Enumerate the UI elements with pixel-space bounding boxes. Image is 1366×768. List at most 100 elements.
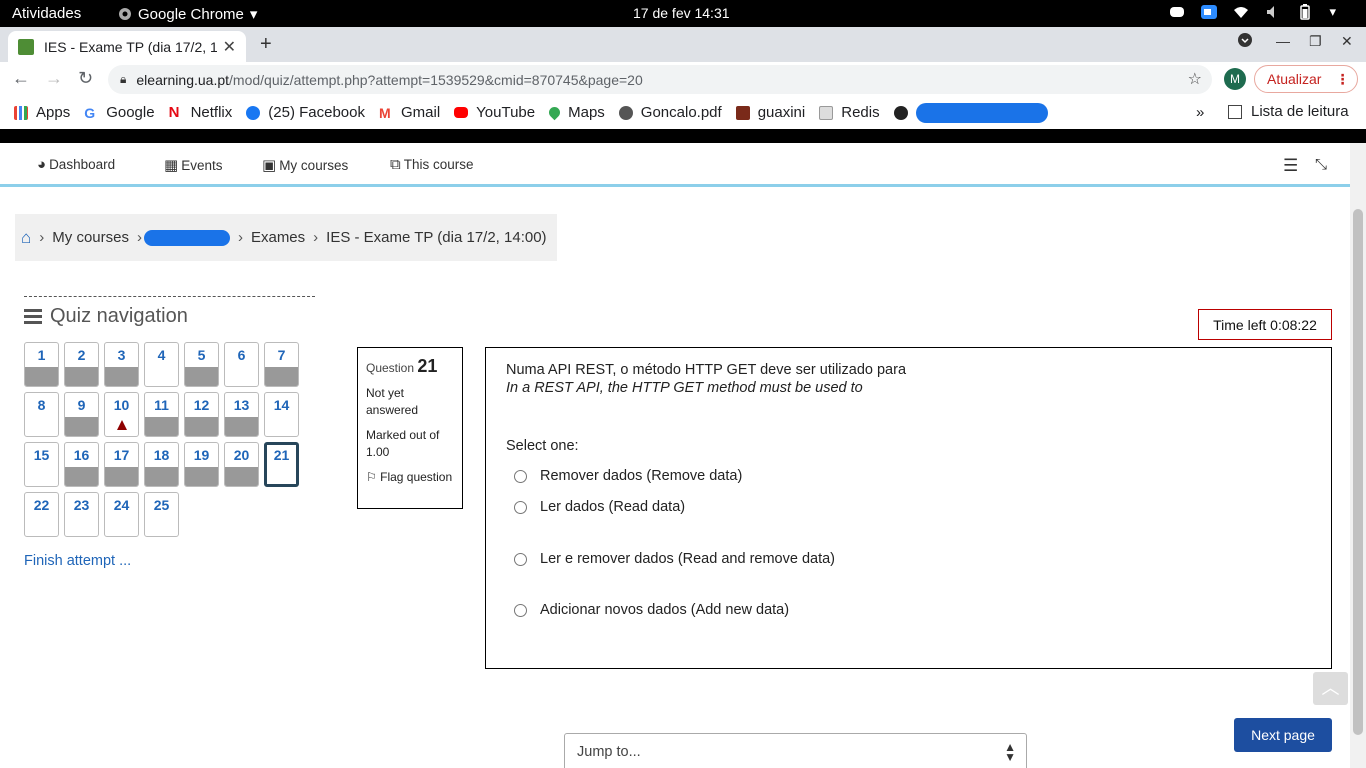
question-nav-button[interactable]: 9 bbox=[64, 392, 99, 437]
radio-button[interactable] bbox=[514, 603, 527, 617]
breadcrumb-my-courses[interactable]: My courses bbox=[52, 229, 129, 246]
question-nav-button[interactable]: 19 bbox=[184, 442, 219, 487]
forward-button[interactable]: → bbox=[45, 68, 63, 89]
answered-indicator bbox=[145, 417, 178, 436]
reload-button[interactable]: ↻ bbox=[78, 68, 93, 89]
close-tab-icon[interactable]: ✕ bbox=[223, 37, 236, 57]
question-nav-button[interactable]: 11 bbox=[144, 392, 179, 437]
bookmark-star-icon[interactable]: ☆ bbox=[1188, 69, 1202, 89]
back-button[interactable]: ← bbox=[12, 68, 30, 89]
question-nav-button[interactable]: 8 bbox=[24, 392, 59, 437]
browser-tab-active[interactable]: IES - Exame TP (dia 17/2, 1 ✕ bbox=[8, 31, 246, 62]
question-nav-button[interactable]: 3 bbox=[104, 342, 139, 387]
next-page-button[interactable]: Next page bbox=[1234, 718, 1332, 752]
bookmark-label: (25) Facebook bbox=[268, 104, 365, 121]
question-nav-button[interactable]: 18 bbox=[144, 442, 179, 487]
update-button[interactable]: Atualizar ⋮ bbox=[1254, 65, 1358, 93]
bookmark-github-redacted[interactable] bbox=[893, 102, 1048, 123]
page-scrollbar[interactable] bbox=[1350, 143, 1366, 768]
github-icon bbox=[893, 105, 908, 120]
bookmark-google[interactable]: G Google bbox=[84, 104, 155, 121]
question-nav-button[interactable]: 20 bbox=[224, 442, 259, 487]
question-nav-button[interactable]: 22 bbox=[24, 492, 59, 537]
nav-this-course[interactable]: ⧉ This course bbox=[390, 156, 474, 173]
nav-events[interactable]: ▦ Events bbox=[164, 156, 222, 174]
back-to-top-button[interactable]: ︿ bbox=[1313, 672, 1348, 705]
question-nav-button[interactable]: 6 bbox=[224, 342, 259, 387]
question-nav-button[interactable]: 12 bbox=[184, 392, 219, 437]
flag-question-button[interactable]: ⚐ Flag question bbox=[366, 469, 454, 486]
quiz-navigation-title: Quiz navigation bbox=[50, 305, 188, 327]
answer-option[interactable]: Remover dados (Remove data) bbox=[514, 468, 742, 484]
radio-button[interactable] bbox=[514, 469, 527, 483]
answered-indicator bbox=[25, 367, 58, 386]
bookmark-netflix[interactable]: N Netflix bbox=[168, 104, 232, 121]
toggle-drawer-icon[interactable]: ☰ bbox=[1283, 156, 1298, 176]
clock[interactable]: 17 de fev 14:31 bbox=[633, 5, 730, 21]
question-nav-button[interactable]: 10 bbox=[104, 392, 139, 437]
scrollbar-thumb[interactable] bbox=[1353, 209, 1363, 735]
calendar-icon: ▦ bbox=[164, 157, 179, 174]
answer-option[interactable]: Ler e remover dados (Read and remove dat… bbox=[514, 551, 835, 567]
question-nav-button[interactable]: 24 bbox=[104, 492, 139, 537]
nav-my-courses[interactable]: ▣ My courses bbox=[262, 156, 348, 174]
question-nav-button[interactable]: 4 bbox=[144, 342, 179, 387]
question-nav-button[interactable]: 15 bbox=[24, 442, 59, 487]
question-nav-button[interactable]: 25 bbox=[144, 492, 179, 537]
minimize-button[interactable]: — bbox=[1276, 33, 1290, 49]
hamburger-icon[interactable] bbox=[24, 306, 42, 327]
redis-icon bbox=[819, 105, 834, 120]
question-nav-button[interactable]: 16 bbox=[64, 442, 99, 487]
nav-dashboard[interactable]: ◕ Dashboard bbox=[37, 156, 115, 173]
bookmark-youtube[interactable]: YouTube bbox=[454, 104, 535, 121]
breadcrumb-course-redacted[interactable] bbox=[143, 229, 230, 246]
question-nav-button[interactable]: 2 bbox=[64, 342, 99, 387]
collapse-fullscreen-icon[interactable]: ⤡ bbox=[1315, 156, 1327, 173]
address-bar[interactable]: 🔒︎ elearning.ua.pt /mod/quiz/attempt.php… bbox=[108, 65, 1212, 94]
redaction bbox=[915, 102, 1048, 123]
bookmark-label: Goncalo.pdf bbox=[640, 104, 722, 121]
activities-button[interactable]: Atividades bbox=[12, 5, 81, 22]
bookmark-redis[interactable]: Redis bbox=[819, 104, 880, 121]
answer-option[interactable]: Adicionar novos dados (Add new data) bbox=[514, 602, 789, 618]
bookmark-gmail[interactable]: M Gmail bbox=[378, 104, 440, 121]
bookmark-maps[interactable]: Maps bbox=[546, 104, 605, 121]
jump-to-select[interactable]: Jump to... ▲ ▼ bbox=[564, 733, 1027, 768]
bookmark-apps[interactable]: Apps bbox=[14, 104, 70, 121]
reading-list-icon bbox=[1228, 104, 1242, 119]
finish-attempt-link[interactable]: Finish attempt ... bbox=[24, 553, 315, 569]
bookmark-goncalo-pdf[interactable]: Goncalo.pdf bbox=[618, 104, 722, 121]
radio-button[interactable] bbox=[514, 500, 527, 514]
question-nav-number: 24 bbox=[113, 497, 130, 513]
tab-search-icon[interactable] bbox=[1238, 33, 1252, 50]
question-nav-button[interactable]: 7 bbox=[264, 342, 299, 387]
lock-icon[interactable]: 🔒︎ bbox=[120, 72, 126, 87]
breadcrumb-exames[interactable]: Exames bbox=[251, 229, 305, 246]
answer-option[interactable]: Ler dados (Read data) bbox=[514, 499, 685, 515]
profile-avatar[interactable]: M bbox=[1224, 68, 1246, 90]
chevron-right-icon: › bbox=[313, 229, 319, 246]
reading-list-button[interactable]: Lista de leitura bbox=[1228, 103, 1349, 120]
bookmark-guaxini[interactable]: guaxini bbox=[735, 104, 805, 121]
bookmark-facebook[interactable]: (25) Facebook bbox=[246, 104, 365, 121]
question-nav-button[interactable]: 5 bbox=[184, 342, 219, 387]
radio-button[interactable] bbox=[514, 552, 527, 566]
question-nav-button[interactable]: 1 bbox=[24, 342, 59, 387]
restore-button[interactable]: ❐ bbox=[1309, 33, 1322, 50]
new-tab-button[interactable]: + bbox=[260, 33, 272, 56]
system-tray[interactable]: ▾ bbox=[1169, 4, 1336, 20]
home-icon[interactable]: ⌂ bbox=[21, 228, 31, 248]
question-nav-button[interactable]: 17 bbox=[104, 442, 139, 487]
close-window-button[interactable]: ✕ bbox=[1341, 33, 1353, 50]
question-nav-number: 2 bbox=[77, 347, 86, 363]
question-label: Question bbox=[366, 361, 415, 375]
quiz-navigation-heading: Quiz navigation bbox=[24, 305, 315, 328]
question-nav-button[interactable]: 21 bbox=[264, 442, 299, 487]
question-nav-button[interactable]: 23 bbox=[64, 492, 99, 537]
question-nav-button[interactable]: 13 bbox=[224, 392, 259, 437]
chrome-icon bbox=[119, 8, 131, 20]
answered-indicator bbox=[185, 367, 218, 386]
app-menu[interactable]: Google Chrome ▾ bbox=[118, 5, 257, 23]
question-nav-button[interactable]: 14 bbox=[264, 392, 299, 437]
bookmarks-overflow-button[interactable]: » bbox=[1196, 104, 1204, 121]
